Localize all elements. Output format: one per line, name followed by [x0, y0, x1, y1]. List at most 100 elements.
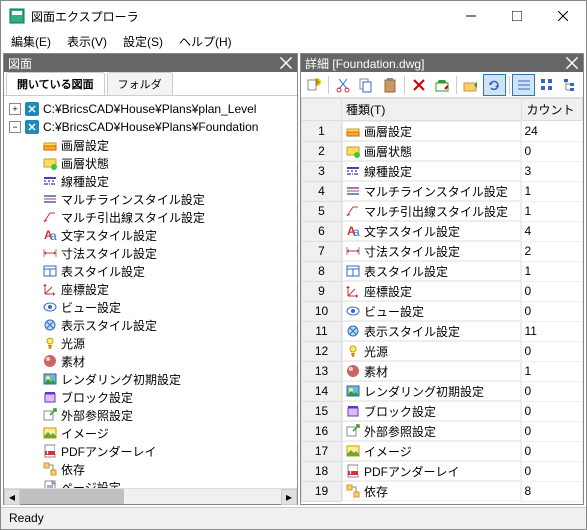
tree-view[interactable]: + C:¥BricsCAD¥House¥Plans¥plan_Level − C:¥B…: [4, 96, 297, 488]
row-number[interactable]: 19: [302, 481, 342, 501]
type-cell[interactable]: 素材: [342, 361, 521, 381]
row-number[interactable]: 10: [302, 301, 342, 321]
menu-view[interactable]: 表示(V): [61, 31, 113, 51]
table-row[interactable]: 15ブロック設定0: [302, 401, 583, 421]
table-row[interactable]: 2画層状態0: [302, 141, 583, 161]
table-row[interactable]: 5マルチ引出線スタイル設定1: [302, 201, 583, 221]
table-row[interactable]: 6Aa文字スタイル設定4: [302, 221, 583, 241]
row-number[interactable]: 16: [302, 421, 342, 441]
tree-node[interactable]: 画層状態: [61, 155, 109, 172]
tree-file[interactable]: C:¥BricsCAD¥House¥Plans¥Foundation: [43, 120, 258, 134]
toolbar-cut-button[interactable]: [332, 74, 354, 96]
collapse-toggle[interactable]: −: [9, 121, 21, 133]
tree-node[interactable]: 表スタイル設定: [61, 263, 145, 280]
tree-node[interactable]: 表示スタイル設定: [61, 317, 157, 334]
toolbar-delete-button[interactable]: [408, 74, 430, 96]
type-cell[interactable]: 表示スタイル設定: [342, 321, 521, 341]
table-row[interactable]: 4マルチラインスタイル設定1: [302, 181, 583, 201]
table-row[interactable]: 1画層設定24: [302, 121, 583, 142]
toolbar-refresh-button[interactable]: [483, 74, 505, 96]
menu-settings[interactable]: 設定(S): [117, 31, 169, 51]
tab-folder[interactable]: フォルダ: [107, 72, 173, 95]
toolbar-up-button[interactable]: [460, 74, 482, 96]
row-number[interactable]: 11: [302, 321, 342, 341]
type-cell[interactable]: 光源: [342, 341, 521, 361]
scroll-right-icon[interactable]: ▸: [281, 489, 297, 505]
tree-node[interactable]: 文字スタイル設定: [61, 227, 157, 244]
row-number[interactable]: 15: [302, 401, 342, 421]
tree-node[interactable]: 外部参照設定: [61, 407, 133, 424]
horizontal-scrollbar[interactable]: ◂ ▸: [4, 488, 297, 504]
details-grid[interactable]: 種類(T) カウント 1画層設定242画層状態03線種設定34マルチラインスタイ…: [301, 98, 583, 504]
scroll-left-icon[interactable]: ◂: [4, 489, 20, 505]
type-cell[interactable]: マルチ引出線スタイル設定: [342, 201, 521, 221]
table-row[interactable]: 18PDFPDFアンダーレイ0: [302, 461, 583, 481]
tree-node[interactable]: 画層設定: [61, 137, 109, 154]
toolbar-paste-button[interactable]: [379, 74, 401, 96]
row-number[interactable]: 7: [302, 241, 342, 261]
row-number[interactable]: 9: [302, 281, 342, 301]
toolbar-details-view-button[interactable]: [512, 74, 534, 96]
type-cell[interactable]: 線種設定: [342, 161, 521, 181]
tree-node[interactable]: 線種設定: [61, 173, 109, 190]
count-column-header[interactable]: カウント: [522, 99, 583, 121]
table-row[interactable]: 12光源0: [302, 341, 583, 361]
table-row[interactable]: 3線種設定3: [302, 161, 583, 181]
table-row[interactable]: 11表示スタイル設定11: [302, 321, 583, 341]
type-cell[interactable]: 画層設定: [342, 121, 521, 141]
table-row[interactable]: 7寸法スタイル設定2: [302, 241, 583, 261]
menu-help[interactable]: ヘルプ(H): [173, 31, 238, 51]
tree-node[interactable]: レンダリング初期設定: [61, 371, 181, 388]
tab-open-drawings[interactable]: 開いている図面: [6, 72, 105, 95]
table-row[interactable]: 13素材1: [302, 361, 583, 381]
row-header-col[interactable]: [302, 99, 342, 121]
tree-node[interactable]: ページ設定: [61, 479, 121, 489]
tree-node[interactable]: 寸法スタイル設定: [61, 245, 157, 262]
maximize-button[interactable]: [494, 1, 540, 31]
tree-node[interactable]: PDFアンダーレイ: [61, 443, 157, 460]
type-cell[interactable]: 依存: [342, 481, 521, 501]
toolbar-purge-button[interactable]: [431, 74, 453, 96]
type-cell[interactable]: イメージ: [342, 441, 521, 461]
row-number[interactable]: 6: [302, 221, 342, 241]
table-row[interactable]: 9座標設定0: [302, 281, 583, 301]
tree-node[interactable]: ブロック設定: [61, 389, 133, 406]
tree-file[interactable]: C:¥BricsCAD¥House¥Plans¥plan_Level: [43, 102, 256, 116]
left-pane-close-icon[interactable]: [279, 56, 293, 70]
row-number[interactable]: 3: [302, 161, 342, 181]
row-number[interactable]: 1: [302, 121, 342, 142]
type-cell[interactable]: ビュー設定: [342, 301, 521, 321]
tree-node[interactable]: イメージ: [61, 425, 109, 442]
table-row[interactable]: 14レンダリング初期設定0: [302, 381, 583, 401]
toolbar-new-button[interactable]: [303, 74, 325, 96]
type-cell[interactable]: 表スタイル設定: [342, 261, 521, 281]
type-column-header[interactable]: 種類(T): [342, 99, 522, 121]
table-row[interactable]: 16外部参照設定0: [302, 421, 583, 441]
menu-edit[interactable]: 編集(E): [5, 31, 57, 51]
tree-node[interactable]: 依存: [61, 461, 85, 478]
expand-toggle[interactable]: +: [9, 103, 21, 115]
row-number[interactable]: 4: [302, 181, 342, 201]
row-number[interactable]: 13: [302, 361, 342, 381]
table-row[interactable]: 17イメージ0: [302, 441, 583, 461]
toolbar-tree-view-button[interactable]: [559, 74, 581, 96]
table-row[interactable]: 8表スタイル設定1: [302, 261, 583, 281]
row-number[interactable]: 17: [302, 441, 342, 461]
type-cell[interactable]: ブロック設定: [342, 401, 521, 421]
type-cell[interactable]: 座標設定: [342, 281, 521, 301]
type-cell[interactable]: 画層状態: [342, 141, 521, 161]
scroll-thumb[interactable]: [20, 489, 124, 504]
toolbar-icons-view-button[interactable]: [536, 74, 558, 96]
row-number[interactable]: 2: [302, 141, 342, 161]
table-row[interactable]: 10ビュー設定0: [302, 301, 583, 321]
type-cell[interactable]: マルチラインスタイル設定: [342, 181, 521, 201]
right-pane-close-icon[interactable]: [565, 56, 579, 70]
row-number[interactable]: 14: [302, 381, 342, 401]
tree-node[interactable]: マルチラインスタイル設定: [61, 191, 205, 208]
tree-node[interactable]: 座標設定: [61, 281, 109, 298]
toolbar-copy-button[interactable]: [355, 74, 377, 96]
row-number[interactable]: 5: [302, 201, 342, 221]
type-cell[interactable]: 外部参照設定: [342, 421, 521, 441]
type-cell[interactable]: PDFPDFアンダーレイ: [342, 461, 521, 481]
table-row[interactable]: 19依存8: [302, 481, 583, 501]
